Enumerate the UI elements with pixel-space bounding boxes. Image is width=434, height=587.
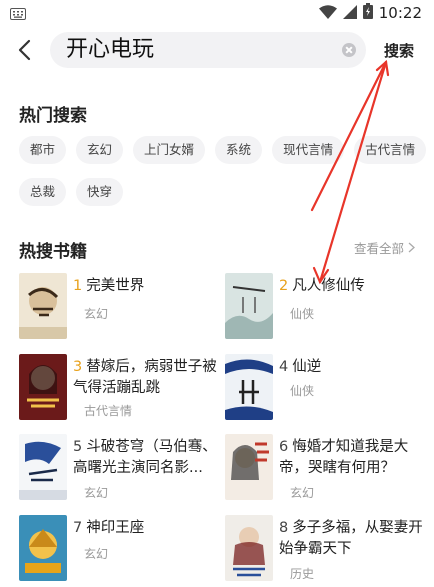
view-all-link[interactable]: 查看全部 [354, 238, 415, 257]
search-header: 开心电玩 搜索 [0, 30, 434, 70]
book-rank: 5 [73, 439, 83, 455]
tag-shangmen-nvxu[interactable]: 上门女婿 [133, 136, 206, 164]
wifi-icon [318, 4, 337, 23]
signal-icon [342, 4, 357, 23]
book-cover [19, 273, 67, 339]
book-genre: 历史 [290, 567, 315, 581]
tag-xiandai-yanqing[interactable]: 现代言情 [272, 136, 345, 164]
book-item[interactable]: 1 完美世界 玄幻 [19, 273, 219, 339]
book-title: 替嫁后，病弱世子被气得活蹦乱跳 [73, 359, 217, 396]
book-item[interactable]: 3 替嫁后，病弱世子被气得活蹦乱跳 古代言情 [19, 354, 219, 420]
book-rank: 3 [73, 359, 83, 375]
status-time: 10:22 [378, 4, 422, 22]
hot-books-title: 热搜书籍 [19, 242, 87, 262]
view-all-label: 查看全部 [353, 241, 404, 256]
book-cover [225, 515, 273, 581]
book-rank: 2 [279, 278, 289, 294]
book-title: 凡人修仙传 [292, 278, 365, 294]
hot-search-title: 热门搜索 [19, 106, 87, 126]
back-arrow-icon[interactable] [14, 36, 38, 64]
clear-icon[interactable] [342, 43, 356, 57]
book-cover [19, 354, 67, 420]
tag-gudai-yanqing[interactable]: 古代言情 [354, 136, 427, 164]
book-title: 神印王座 [86, 520, 145, 536]
book-rank: 8 [279, 520, 289, 536]
book-item[interactable]: 6 悔婚才知道我是大帝，哭瞎有何用？ 玄幻 [225, 434, 425, 500]
book-genre: 玄幻 [290, 486, 315, 500]
status-bar: 10:22 [0, 0, 434, 26]
book-cover [225, 354, 273, 420]
search-input[interactable]: 开心电玩 [50, 32, 366, 68]
book-genre: 玄幻 [84, 486, 109, 500]
book-rank: 6 [279, 439, 289, 455]
book-rank: 7 [73, 520, 83, 536]
book-cover [19, 434, 67, 500]
tag-zongcai[interactable]: 总裁 [19, 178, 67, 206]
book-genre: 玄幻 [84, 547, 109, 561]
book-cover [225, 434, 273, 500]
hot-search-tags-row2: 总裁 快穿 [19, 178, 124, 206]
book-item[interactable]: 5 斗破苍穹（马伯骞、高曙光主演同名影... 玄幻 [19, 434, 219, 500]
book-item[interactable]: 7 神印王座 玄幻 [19, 515, 219, 581]
book-rank: 4 [279, 359, 289, 375]
search-query: 开心电玩 [66, 37, 155, 62]
tag-xitong[interactable]: 系统 [215, 136, 263, 164]
book-rank: 1 [73, 278, 83, 294]
book-title: 斗破苍穹（马伯骞、高曙光主演同名影... [73, 439, 217, 476]
book-cover [225, 273, 273, 339]
book-item[interactable]: 2 凡人修仙传 仙侠 [225, 273, 425, 339]
hot-search-tags: 都市 玄幻 上门女婿 系统 现代言情 古代言情 [19, 136, 427, 164]
chevron-right-icon [408, 242, 415, 253]
book-genre: 玄幻 [84, 307, 109, 321]
book-genre: 古代言情 [84, 404, 133, 418]
tag-dushi[interactable]: 都市 [19, 136, 67, 164]
tag-kuaichuan[interactable]: 快穿 [76, 178, 124, 206]
search-button[interactable]: 搜索 [384, 40, 414, 61]
book-title: 仙逆 [292, 359, 322, 375]
book-title: 完美世界 [86, 278, 145, 294]
book-cover [19, 515, 67, 581]
book-genre: 仙侠 [290, 307, 315, 321]
tag-xuanhuan[interactable]: 玄幻 [76, 136, 124, 164]
keyboard-icon [10, 5, 26, 24]
book-item[interactable]: 4 仙逆 仙侠 [225, 354, 425, 420]
book-item[interactable]: 8 多子多福，从娶妻开始争霸天下 历史 [225, 515, 425, 581]
book-title: 多子多福，从娶妻开始争霸天下 [279, 520, 423, 557]
book-title: 悔婚才知道我是大帝，哭瞎有何用？ [279, 439, 409, 476]
battery-icon [362, 3, 373, 23]
book-genre: 仙侠 [290, 384, 315, 398]
